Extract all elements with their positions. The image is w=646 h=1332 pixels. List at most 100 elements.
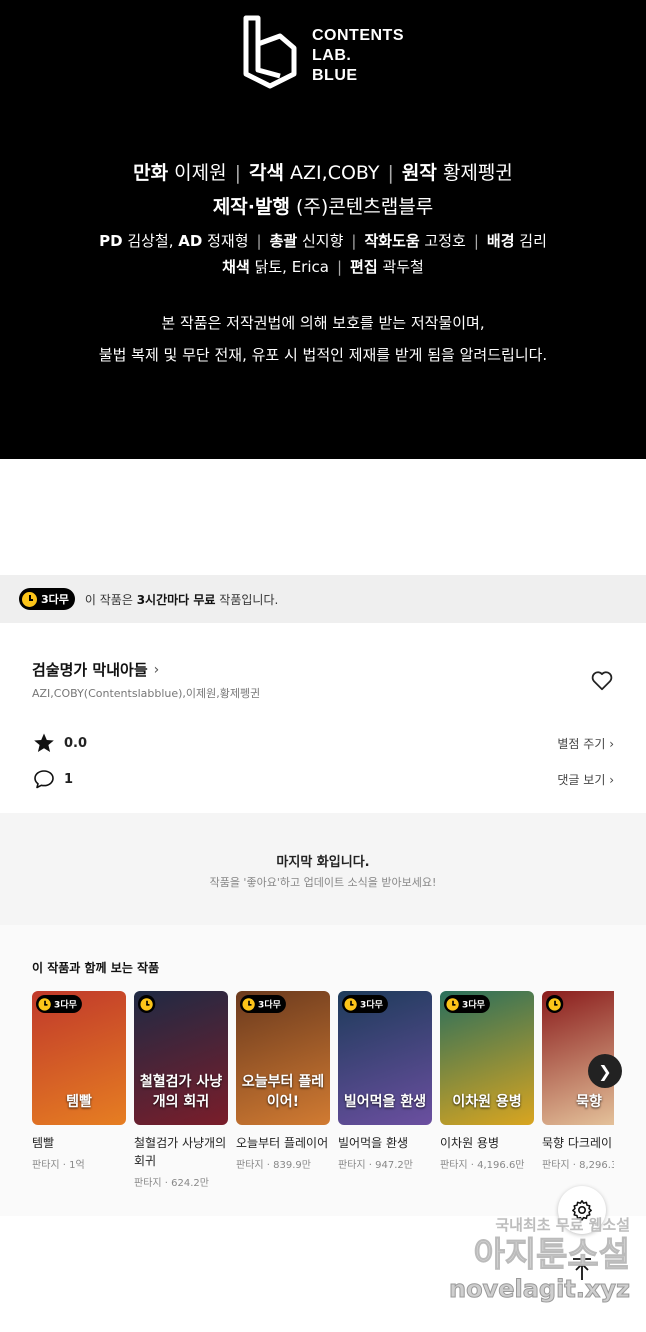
credit-name: 이제원 bbox=[174, 162, 227, 184]
last-episode-subtitle: 작품을 '좋아요'하고 업데이트 소식을 받아보세요! bbox=[209, 876, 437, 889]
logo-line: BLUE bbox=[312, 67, 358, 84]
credit-role: 각색 bbox=[249, 162, 284, 184]
heart-icon[interactable] bbox=[589, 667, 615, 693]
related-title: 오늘부터 플레이어 bbox=[236, 1136, 329, 1150]
credit-name: (주)콘텐츠랩블루 bbox=[296, 196, 434, 218]
star-icon bbox=[34, 733, 54, 752]
credit-role: 원작 bbox=[401, 162, 437, 184]
wait-free-badge: 3다무 bbox=[342, 995, 388, 1014]
badge-label: 3다무 bbox=[360, 999, 383, 1010]
work-info: 검술명가 막내아들 › AZI,COBY(Contentslabblue),이제… bbox=[0, 623, 646, 813]
comment-count: 1 bbox=[64, 771, 74, 787]
related-meta: 판타지 · 624.2만 bbox=[134, 1178, 209, 1189]
free-message-suffix: 작품입니다. bbox=[215, 592, 279, 607]
free-message-highlight: 3시간마다 무료 bbox=[136, 592, 216, 607]
cover-image: 3다무빌어먹을 환생 bbox=[338, 991, 432, 1125]
last-episode-notice: 마지막 화입니다. 작품을 '좋아요'하고 업데이트 소식을 받아보세요! bbox=[0, 813, 646, 925]
free-message: 이 작품은 3시간마다 무료 작품입니다. bbox=[85, 591, 278, 608]
related-meta: 판타지 · 4,196.6만 bbox=[440, 1160, 525, 1171]
watermark-brand: 아지툰소설 bbox=[473, 1235, 630, 1276]
credit-line-staff: PD 김상철, AD 정재형 | 총괄 신지향 | 작화도움 고정호 | 배경 김리 bbox=[99, 232, 547, 250]
related-title: 이차원 용병 bbox=[440, 1136, 500, 1150]
related-carousel: 3다무 템빨 템빨 판타지 · 1억 철혈검가 사냥개의 회귀 철혈검가 사냥개의 회귀 판… bbox=[32, 991, 614, 1191]
work-title: 검술명가 막내아들 bbox=[32, 661, 148, 679]
related-card[interactable]: 3다무 이차원 용병 이차원 용병 판타지 · 4,196.6만 bbox=[440, 991, 534, 1171]
rate-button[interactable]: 별점 주기 › bbox=[557, 735, 614, 752]
cover-image: 3다무템빨 bbox=[32, 991, 126, 1125]
wait-free-badge: 3다무 bbox=[240, 995, 286, 1014]
cover-image: 3다무이차원 용병 bbox=[440, 991, 534, 1125]
cover-wordmark: 템빨 bbox=[66, 1094, 92, 1110]
related-meta: 판타지 · 839.9만 bbox=[236, 1160, 311, 1171]
chevron-right-icon[interactable]: ❯ bbox=[588, 1054, 622, 1088]
credit-role: 만화 bbox=[133, 162, 169, 184]
credits-panel: CONTENTS LAB. BLUE 만화 이제원 | 각색 AZI,COBY | 원작… bbox=[0, 0, 646, 459]
rate-button-label: 별점 주기 bbox=[557, 736, 606, 751]
credit-name: 닭토, Erica bbox=[254, 258, 329, 276]
cover-wordmark: 철혈검가 사냥개의 회귀 bbox=[139, 1074, 223, 1110]
related-works: 이 작품과 함께 보는 작품 3다무 템빨 템빨 판타지 · 1억 철혈검가 사냥개의 … bbox=[0, 925, 646, 1216]
credit-name: 곽두철 bbox=[382, 258, 424, 276]
related-card[interactable]: 철혈검가 사냥개의 회귀 철혈검가 사냥개의 회귀 판타지 · 624.2만 bbox=[134, 991, 228, 1189]
copyright-notice: 불법 복제 및 무단 전재, 유포 시 법적인 제재를 받게 됨을 알려드립니다… bbox=[98, 346, 548, 364]
cover-image: 3다무 오늘부터 플레이어! bbox=[236, 991, 330, 1125]
credit-role: 제작·발행 bbox=[212, 196, 290, 218]
related-title: 묵향 다크레이 bbox=[542, 1136, 613, 1150]
credit-role: 배경 bbox=[486, 232, 515, 250]
work-title-link[interactable]: 검술명가 막내아들 › bbox=[32, 659, 159, 680]
related-meta: 판타지 · 1억 bbox=[32, 1160, 85, 1171]
view-comments-button[interactable]: 댓글 보기 › bbox=[557, 771, 614, 788]
wait-free-badge: 3다무 bbox=[19, 588, 75, 610]
free-message-prefix: 이 작품은 bbox=[84, 592, 137, 607]
clock-icon bbox=[22, 591, 37, 607]
credit-role: 총괄 bbox=[269, 232, 298, 250]
credit-line-publisher: 제작·발행 (주)콘텐츠랩블루 bbox=[0, 192, 646, 219]
cover-image: 철혈검가 사냥개의 회귀 bbox=[134, 991, 228, 1125]
badge-label: 3다무 bbox=[258, 999, 281, 1010]
related-card[interactable]: 3다무 템빨 템빨 판타지 · 1억 bbox=[32, 991, 126, 1171]
copyright-notice: 본 작품은 저작권법에 의해 보호를 받는 저작물이며, bbox=[161, 314, 485, 332]
logo-line: LAB. bbox=[312, 47, 352, 64]
cover-wordmark: 이차원 용병 bbox=[452, 1094, 522, 1110]
badge-label: 3다무 bbox=[41, 593, 69, 606]
related-card[interactable]: 3다무 빌어먹을 환생 빌어먹을 환생 판타지 · 947.2만 bbox=[338, 991, 432, 1171]
last-episode-title: 마지막 화입니다. bbox=[276, 855, 370, 870]
credit-name: 김상철, bbox=[127, 232, 179, 250]
related-heading: 이 작품과 함께 보는 작품 bbox=[32, 961, 160, 975]
free-info-bar: 3다무 이 작품은 3시간마다 무료 작품입니다. bbox=[0, 575, 646, 623]
wait-free-badge: 3다무 bbox=[36, 995, 82, 1014]
clock-icon bbox=[38, 997, 51, 1011]
work-authors: AZI,COBY(Contentslabblue),이제원,황제펭귄 bbox=[32, 687, 261, 700]
credit-name: AZI,COBY bbox=[290, 162, 380, 184]
watermark-tagline: 국내최초 무료 웹소설 bbox=[495, 1216, 630, 1234]
credit-line-staff-2: 채색 닭토, Erica | 편집 곽두철 bbox=[222, 258, 424, 276]
credit-role: 채색 bbox=[222, 258, 250, 276]
clock-icon bbox=[446, 997, 459, 1011]
rating-value: 0.0 bbox=[64, 735, 88, 751]
logo-line: CONTENTS bbox=[312, 27, 404, 44]
related-title: 템빨 bbox=[32, 1136, 55, 1150]
credit-name: 고정호 bbox=[424, 232, 466, 250]
related-card[interactable]: 3다무 오늘부터 플레이어! 오늘부터 플레이어판타지 · 839.9만 bbox=[236, 991, 330, 1171]
credit-role: PD bbox=[99, 232, 123, 250]
credit-name: 김리 bbox=[519, 232, 547, 250]
credit-name: 정재형 bbox=[207, 232, 249, 250]
contents-lab-blue-logo: CONTENTS LAB. BLUE bbox=[240, 14, 410, 90]
badge-label: 3다무 bbox=[54, 999, 77, 1010]
cover-wordmark: 묵향 bbox=[576, 1094, 602, 1110]
related-meta: 판타지 · 8,296.3 bbox=[542, 1160, 614, 1171]
credit-name: 신지향 bbox=[301, 232, 344, 250]
clock-icon bbox=[344, 997, 357, 1011]
comment-row: 1 댓글 보기 › bbox=[32, 767, 614, 791]
credit-role: 작화도움 bbox=[364, 232, 420, 250]
credit-name: 황제펭귄 bbox=[442, 162, 513, 184]
cover-wordmark: 빌어먹을 환생 bbox=[343, 1094, 427, 1110]
credit-line-main: 만화 이제원 | 각색 AZI,COBY | 원작 황제펭귄 bbox=[133, 162, 513, 184]
view-comments-label: 댓글 보기 bbox=[557, 772, 606, 787]
credit-role: 편집 bbox=[350, 258, 378, 276]
related-title: 철혈검가 사냥개의 회귀 bbox=[134, 1136, 227, 1168]
chevron-right-icon: › bbox=[153, 661, 160, 678]
badge-label: 3다무 bbox=[462, 999, 485, 1010]
logo-mark-icon bbox=[243, 15, 297, 89]
clock-icon bbox=[138, 995, 156, 1014]
